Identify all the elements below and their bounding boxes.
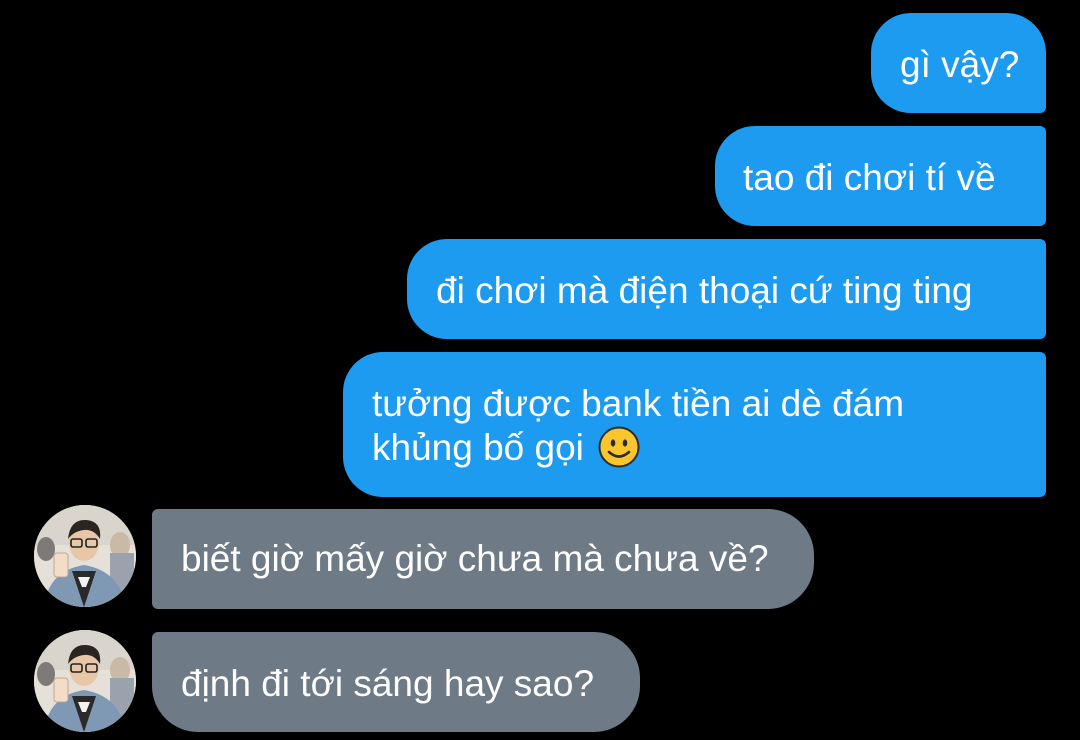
message-text: gì vậy? (900, 44, 1020, 85)
message-text: đi chơi mà điện thoại cứ ting ting (436, 270, 973, 311)
incoming-message[interactable]: định đi tới sáng hay sao? (152, 632, 640, 732)
avatar-photo (34, 505, 136, 607)
outgoing-message[interactable]: tưởng được bank tiền ai dè đám khủng bố … (343, 352, 1046, 497)
message-text: biết giờ mấy giờ chưa mà chưa về? (181, 538, 769, 579)
smiling-face-icon (598, 426, 640, 468)
message-text-line: tưởng được bank tiền ai dè đám (372, 383, 905, 424)
chat-thread: gì vậy? tao đi chơi tí về đi chơi mà điệ… (0, 0, 1080, 740)
message-text-line: khủng bố gọi (372, 426, 1046, 470)
avatar[interactable] (34, 505, 136, 607)
message-text: định đi tới sáng hay sao? (181, 663, 595, 704)
message-text: tao đi chơi tí về (743, 157, 996, 198)
avatar-photo (34, 630, 136, 732)
message-text: khủng bố gọi (372, 427, 584, 468)
avatar[interactable] (34, 630, 136, 732)
incoming-message[interactable]: biết giờ mấy giờ chưa mà chưa về? (152, 509, 814, 609)
outgoing-message[interactable]: gì vậy? (871, 13, 1046, 113)
outgoing-message[interactable]: đi chơi mà điện thoại cứ ting ting (407, 239, 1046, 339)
outgoing-message[interactable]: tao đi chơi tí về (715, 126, 1046, 226)
